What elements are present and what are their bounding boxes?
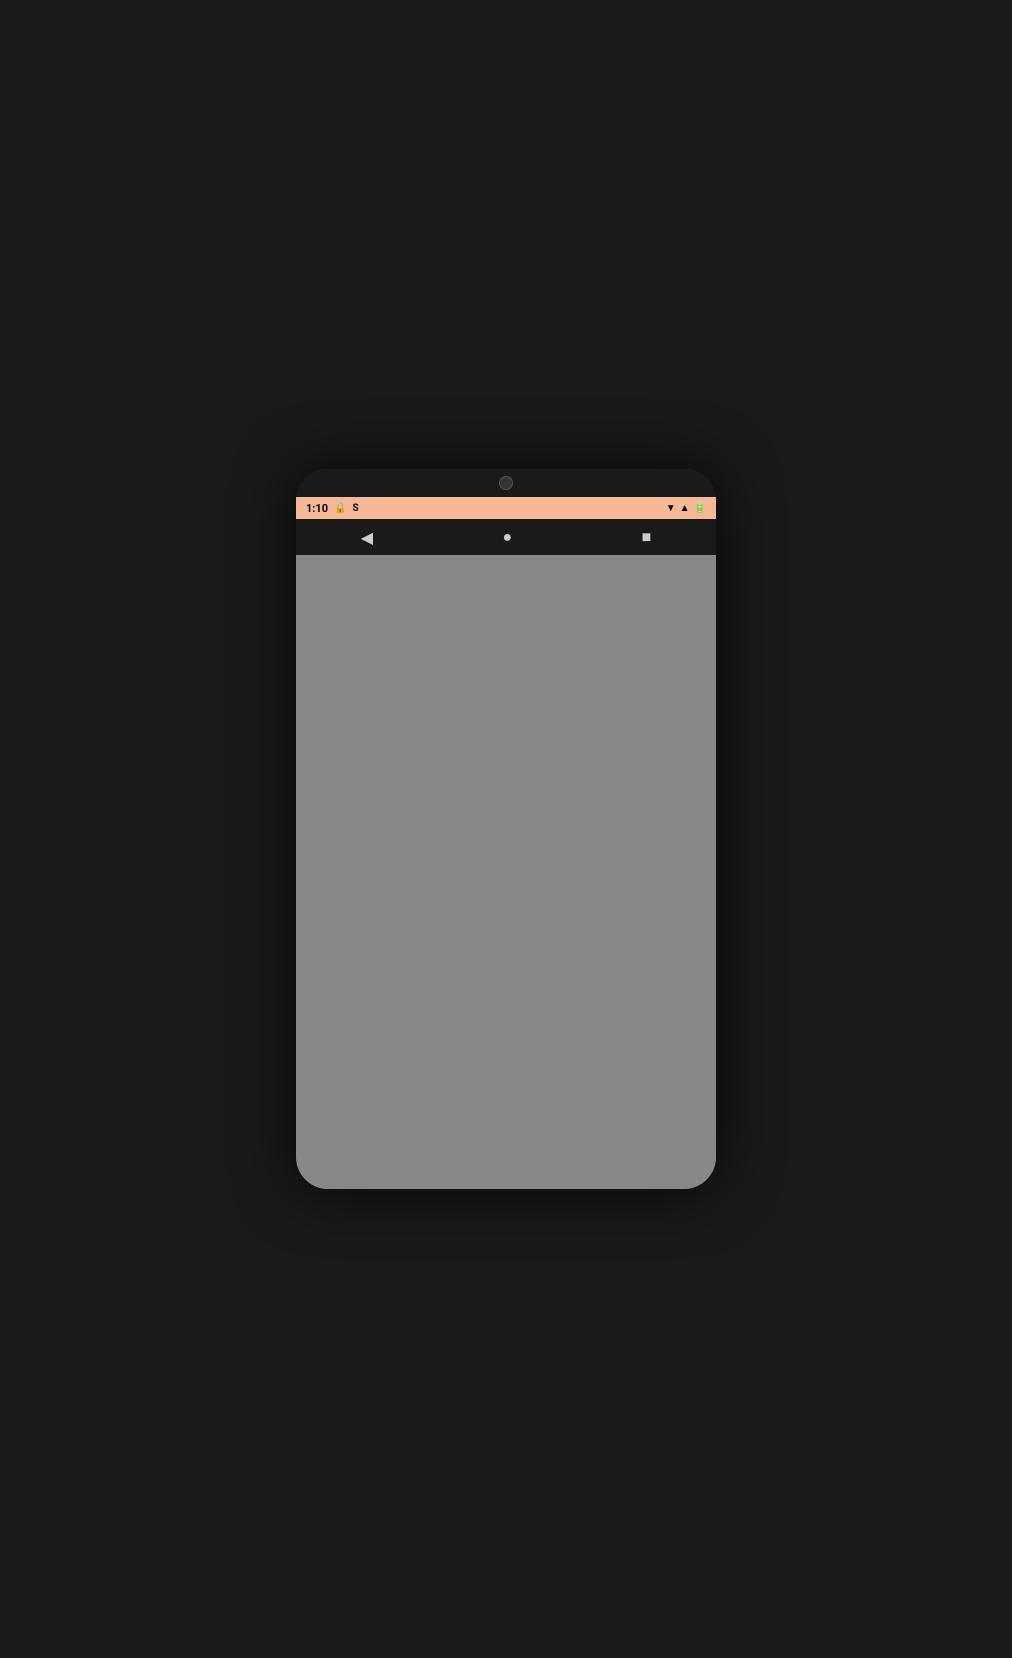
device: 1:10 🔒 S ▼ ▲ 🔋 EN LS: [296, 469, 716, 1189]
android-nav-bar: ◀ ● ■: [296, 519, 716, 555]
lock-icon: 🔒: [334, 503, 346, 514]
screen: 1:10 🔒 S ▼ ▲ 🔋 EN LS: [296, 497, 716, 1189]
recent-button[interactable]: ■: [642, 527, 652, 547]
back-button[interactable]: ◀: [361, 528, 373, 547]
data-icon: S: [353, 503, 359, 514]
camera: [499, 476, 513, 490]
status-bar-left: 1:10 🔒 S: [306, 502, 359, 515]
status-time: 1:10: [306, 502, 328, 515]
status-bar: 1:10 🔒 S ▼ ▲ 🔋: [296, 497, 716, 519]
home-button[interactable]: ●: [502, 527, 512, 547]
wifi-icon: ▼: [666, 503, 676, 514]
device-top: [296, 469, 716, 497]
battery-icon: 🔋: [694, 503, 706, 514]
signal-icon: ▲: [680, 503, 690, 514]
status-bar-right: ▼ ▲ 🔋: [666, 503, 706, 514]
